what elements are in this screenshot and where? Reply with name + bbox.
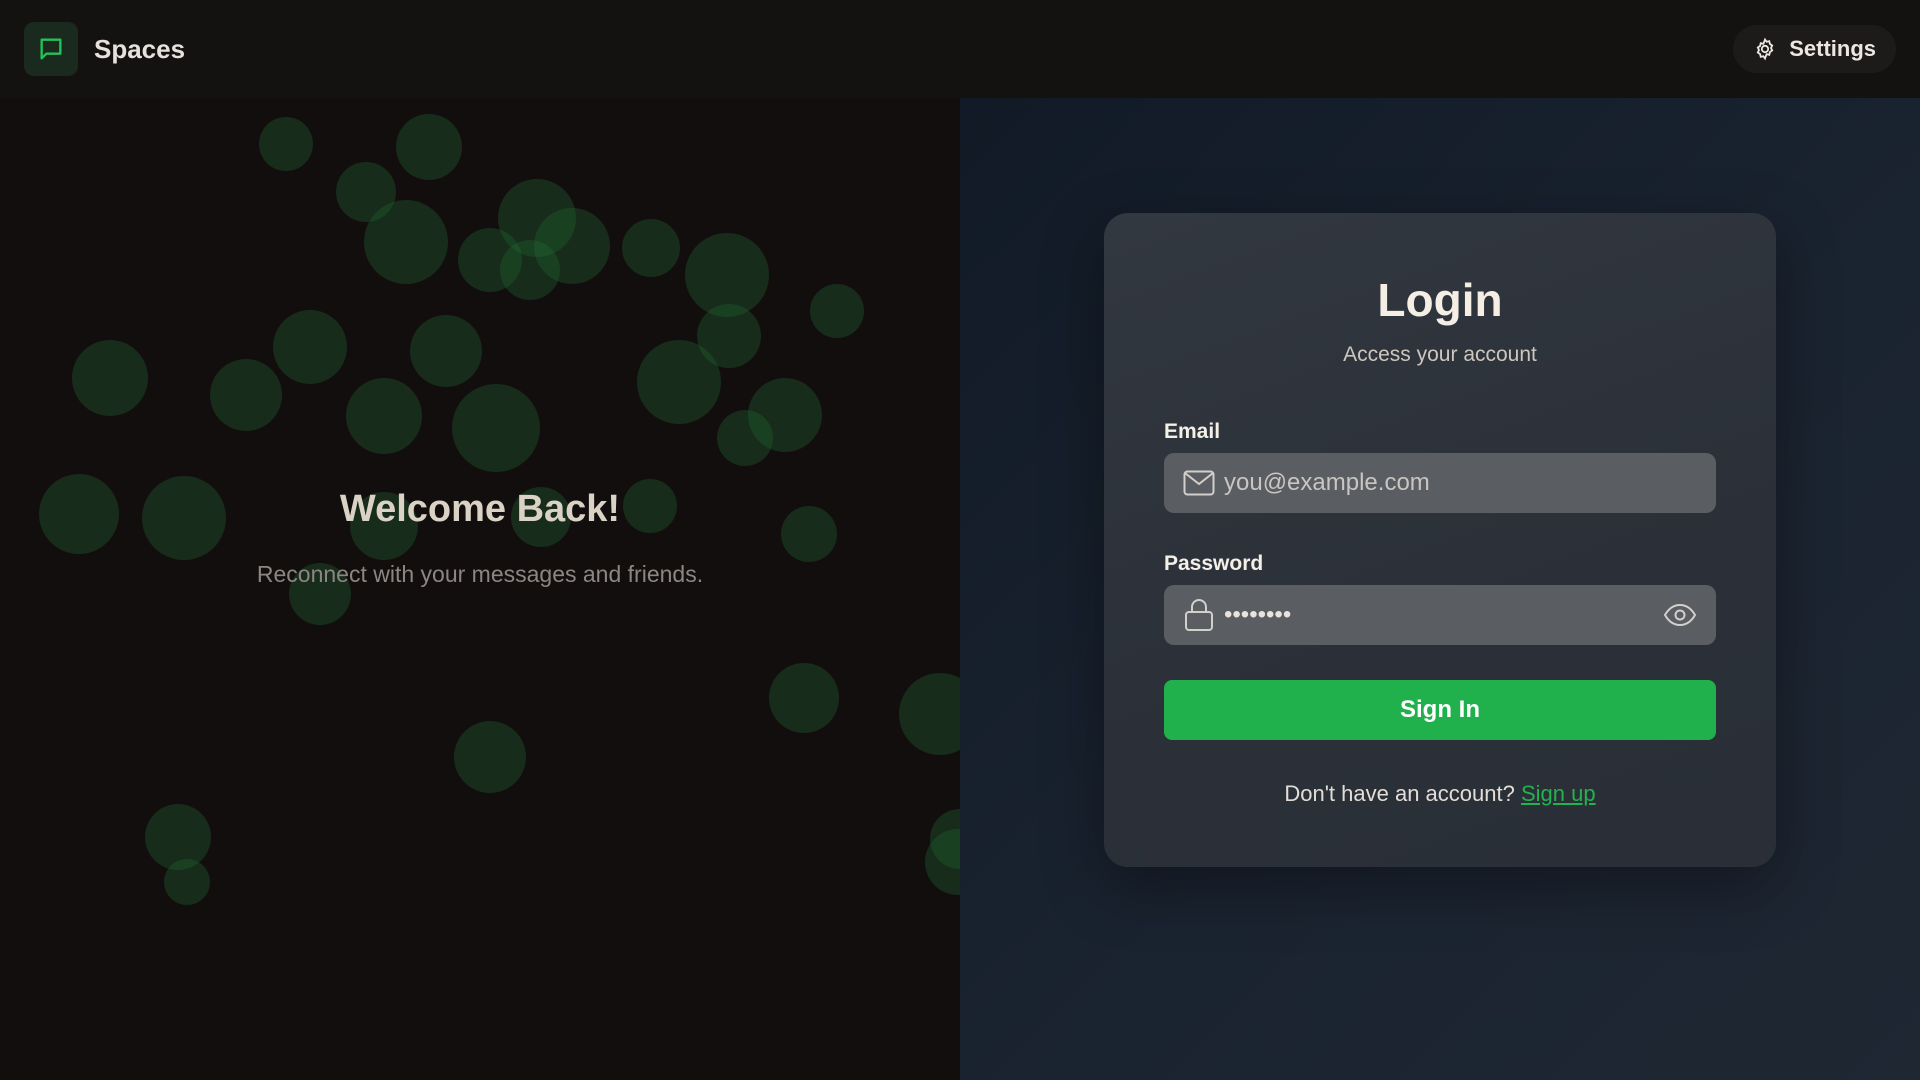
gear-icon — [1753, 37, 1777, 61]
settings-label: Settings — [1789, 36, 1876, 61]
email-input[interactable] — [1224, 469, 1698, 497]
bubble — [717, 410, 773, 466]
bubble — [622, 219, 680, 277]
sign-in-button[interactable]: Sign In — [1164, 680, 1716, 740]
chat-bubble-icon — [24, 22, 78, 76]
bubble — [452, 384, 540, 472]
bubble — [364, 200, 448, 284]
bubble — [410, 315, 482, 387]
email-label: Email — [1164, 420, 1221, 443]
welcome-title: Welcome Back! — [339, 488, 621, 530]
app-name: Spaces — [94, 33, 186, 64]
bubble — [899, 673, 960, 755]
bubble — [346, 378, 422, 454]
login-panel: Login Access your account Email Password — [960, 98, 1920, 1080]
signup-row: Don't have an account? Sign up — [1104, 781, 1776, 807]
bubble — [810, 284, 864, 338]
bubble — [210, 359, 282, 431]
top-nav: Spaces Settings — [0, 0, 1920, 98]
sign-up-link[interactable]: Sign up — [1521, 781, 1596, 806]
login-title: Login — [1377, 274, 1503, 326]
bubble — [72, 340, 148, 416]
mail-icon — [1182, 466, 1216, 500]
bubble — [273, 310, 347, 384]
bubble — [259, 117, 313, 171]
welcome-subtitle: Reconnect with your messages and friends… — [256, 561, 704, 587]
password-label: Password — [1164, 552, 1264, 575]
welcome-panel: Welcome Back! Reconnect with your messag… — [0, 98, 960, 1080]
brand[interactable]: Spaces — [24, 22, 185, 76]
bubble — [164, 859, 210, 905]
login-subtitle: Access your account — [1343, 343, 1537, 366]
login-card: Login Access your account Email Password — [1104, 213, 1776, 867]
bubble — [637, 340, 721, 424]
bubble — [769, 663, 839, 733]
bubble — [454, 721, 526, 793]
password-field[interactable] — [1164, 585, 1716, 645]
settings-button[interactable]: Settings — [1733, 25, 1896, 73]
bubble — [396, 114, 462, 180]
eye-icon[interactable] — [1662, 597, 1698, 633]
signup-prompt: Don't have an account? — [1284, 781, 1515, 806]
bubble — [500, 240, 560, 300]
welcome-block: Welcome Back! Reconnect with your messag… — [0, 488, 960, 588]
lock-icon — [1182, 598, 1216, 632]
email-field[interactable] — [1164, 453, 1716, 513]
password-input[interactable] — [1224, 601, 1662, 629]
